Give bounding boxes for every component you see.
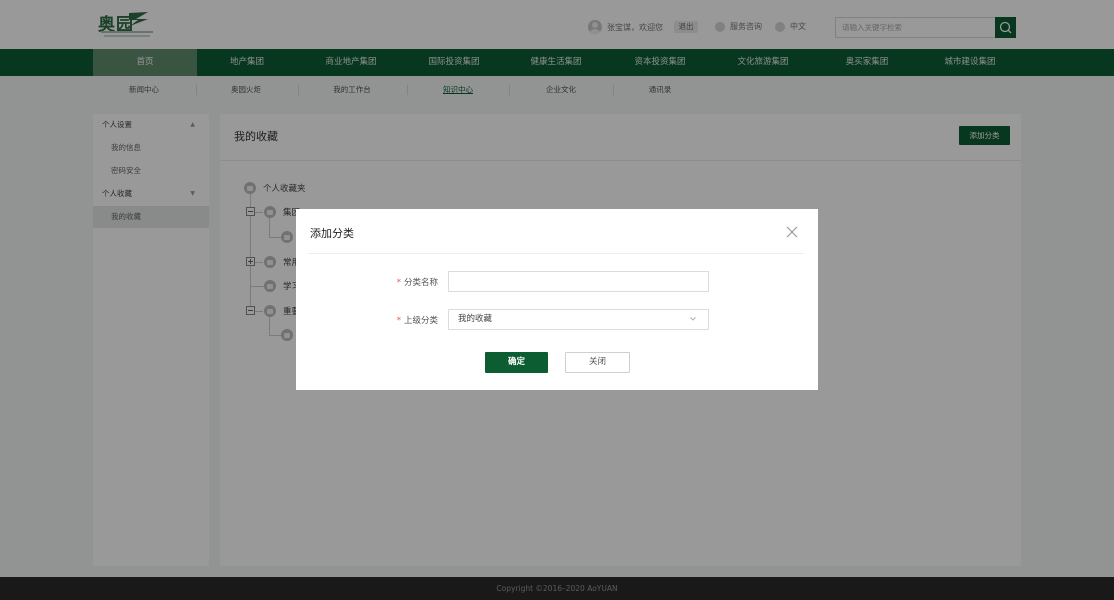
add-category-dialog: 添加分类 * 分类名称 * 上级分类 我的收藏 确定 关闭 — [296, 209, 818, 390]
required-mark: * — [396, 278, 401, 288]
category-name-input[interactable] — [448, 271, 709, 292]
confirm-button[interactable]: 确定 — [485, 352, 548, 373]
chevron-down-icon — [690, 317, 696, 321]
close-button[interactable]: 关闭 — [565, 352, 630, 373]
parent-category-value: 我的收藏 — [458, 314, 493, 324]
category-name-label-text: 分类名称 — [403, 278, 438, 288]
close-icon[interactable] — [785, 225, 799, 239]
parent-category-label: * 上级分类 — [378, 314, 438, 326]
dialog-title: 添加分类 — [310, 227, 354, 240]
parent-category-select[interactable]: 我的收藏 — [448, 309, 709, 330]
required-mark: * — [396, 316, 401, 326]
parent-category-label-text: 上级分类 — [403, 316, 438, 326]
dialog-divider — [308, 253, 804, 254]
category-name-label: * 分类名称 — [378, 276, 438, 288]
